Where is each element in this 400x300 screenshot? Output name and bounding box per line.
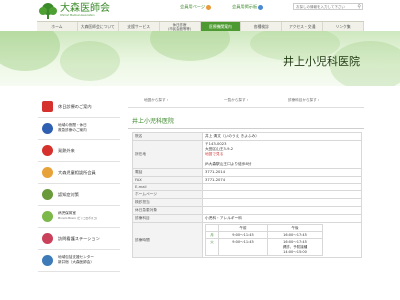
nurse-icon: [42, 233, 53, 244]
red-cross-icon: [42, 101, 53, 112]
global-nav: ホーム 大森医師会について 支援サービス 休日診療 (市民会館等等) 医療機関案…: [37, 21, 364, 31]
nav-clinics[interactable]: 医療機関案内: [200, 22, 242, 31]
search-icon[interactable]: ⚲: [357, 4, 361, 10]
tree-logo-icon: [39, 3, 57, 19]
sidebar-item-child-consult[interactable]: 大森児童相談所会員: [38, 162, 120, 184]
site-header: 大森医師会 Ohmori Medical Association 会員用ページ …: [0, 0, 400, 20]
search-input[interactable]: [294, 4, 362, 10]
sidebar-item-sick-child-care[interactable]: 病児保育室 Pinnolo Bosco (ピッコロボスコ): [38, 206, 120, 228]
house-icon: [42, 255, 53, 266]
arrow-circle-icon: [206, 4, 212, 10]
search-tabs: 地図から探す › 一覧から探す › 診療科目から探す ›: [128, 94, 364, 108]
arrow-circle-icon: [258, 4, 264, 10]
sidebar-item-fever-clinic[interactable]: 発熱外来: [38, 140, 120, 162]
table-row: 検診担当: [132, 198, 362, 207]
hours-table: 午前 午後 月 9:00〜11:45 16:00〜17:45 火 9:00〜11:45 1…: [205, 224, 324, 256]
sidebar-item-night-emergency[interactable]: 地域の夜間・休日 救急診療のご案内: [38, 118, 120, 140]
table-row: 診療時間 午前 午後 月 9:00〜11:45 16:00〜17:45 火 9:00〜1…: [132, 222, 362, 258]
member-board-link[interactable]: 会員用掲示板: [232, 4, 264, 10]
clinic-info-table: 院名 井上 清文（いのうえ きよふみ） 所在地 〒143-0023 大田区山王3-9…: [132, 132, 362, 258]
ambulance-icon: [42, 123, 53, 134]
hero-banner: 井上小児科医院: [0, 31, 400, 86]
table-row: E-mail: [132, 183, 362, 191]
clinic-name-heading: 井上小児科医院: [128, 112, 364, 129]
nav-home[interactable]: ホーム: [37, 22, 78, 31]
site-search[interactable]: ⚲: [293, 3, 363, 10]
site-name: 大森医師会: [60, 3, 110, 14]
nav-access[interactable]: アクセス・交通: [282, 22, 324, 31]
map-link[interactable]: 地図で見る: [205, 152, 223, 156]
thermometer-icon: [42, 145, 53, 156]
table-row: 電話 3771-2014: [132, 168, 362, 177]
page-title: 井上小児科医院: [283, 55, 360, 68]
sidebar: 休日診療のご案内 地域の夜間・休日 救急診療のご案内 発熱外来 大森児童相談所会…: [38, 96, 120, 272]
sidebar-item-home-nursing[interactable]: 訪問看護ステーション: [38, 228, 120, 250]
tab-list-search[interactable]: 一覧から探す ›: [224, 98, 248, 103]
nav-checkups[interactable]: 各種検診: [241, 22, 283, 31]
sidebar-item-community-center[interactable]: 地域包括支援センター 新井宿（大森医師会）: [38, 250, 120, 272]
baby-icon: [42, 211, 53, 222]
table-row: FAX 3771-2074: [132, 176, 362, 184]
nav-support[interactable]: 支援サービス: [119, 22, 160, 31]
clinic-detail: 井上小児科医院 院名 井上 清文（いのうえ きよふみ） 所在地 〒143-0023…: [128, 112, 364, 300]
tab-map-search[interactable]: 地図から探す ›: [144, 98, 168, 103]
nav-about[interactable]: 大森医師会について: [78, 22, 119, 31]
leaf-decoration: [60, 41, 120, 81]
nav-links[interactable]: リンク集: [323, 22, 364, 31]
tab-dept-search[interactable]: 診療科目から探す ›: [288, 98, 319, 103]
table-row: 所在地 〒143-0023 大田区山王3-9-2 地図で見る JR大森駅山王口より徒歩…: [132, 140, 362, 169]
table-row: 診療科目 小児科・アレルギー科: [132, 214, 362, 223]
site-logo[interactable]: 大森医師会 Ohmori Medical Association: [38, 3, 128, 19]
member-page-link[interactable]: 会員用ページ: [180, 4, 212, 10]
child-icon: [42, 167, 53, 178]
leaf-decoration: [150, 31, 230, 61]
sidebar-item-holiday-care[interactable]: 休日診療のご案内: [38, 96, 120, 118]
table-row: ホームページ: [132, 190, 362, 199]
nav-holiday[interactable]: 休日診療 (市民会館等等): [160, 22, 201, 31]
leaf-decoration: [0, 31, 60, 71]
brain-icon: [42, 189, 53, 200]
site-subtitle: Ohmori Medical Association: [60, 14, 95, 17]
sidebar-item-dementia[interactable]: 認知症対策: [38, 184, 120, 206]
table-row: 院名 井上 清文（いのうえ きよふみ）: [132, 132, 362, 141]
table-row: 休日急患対象: [132, 206, 362, 215]
